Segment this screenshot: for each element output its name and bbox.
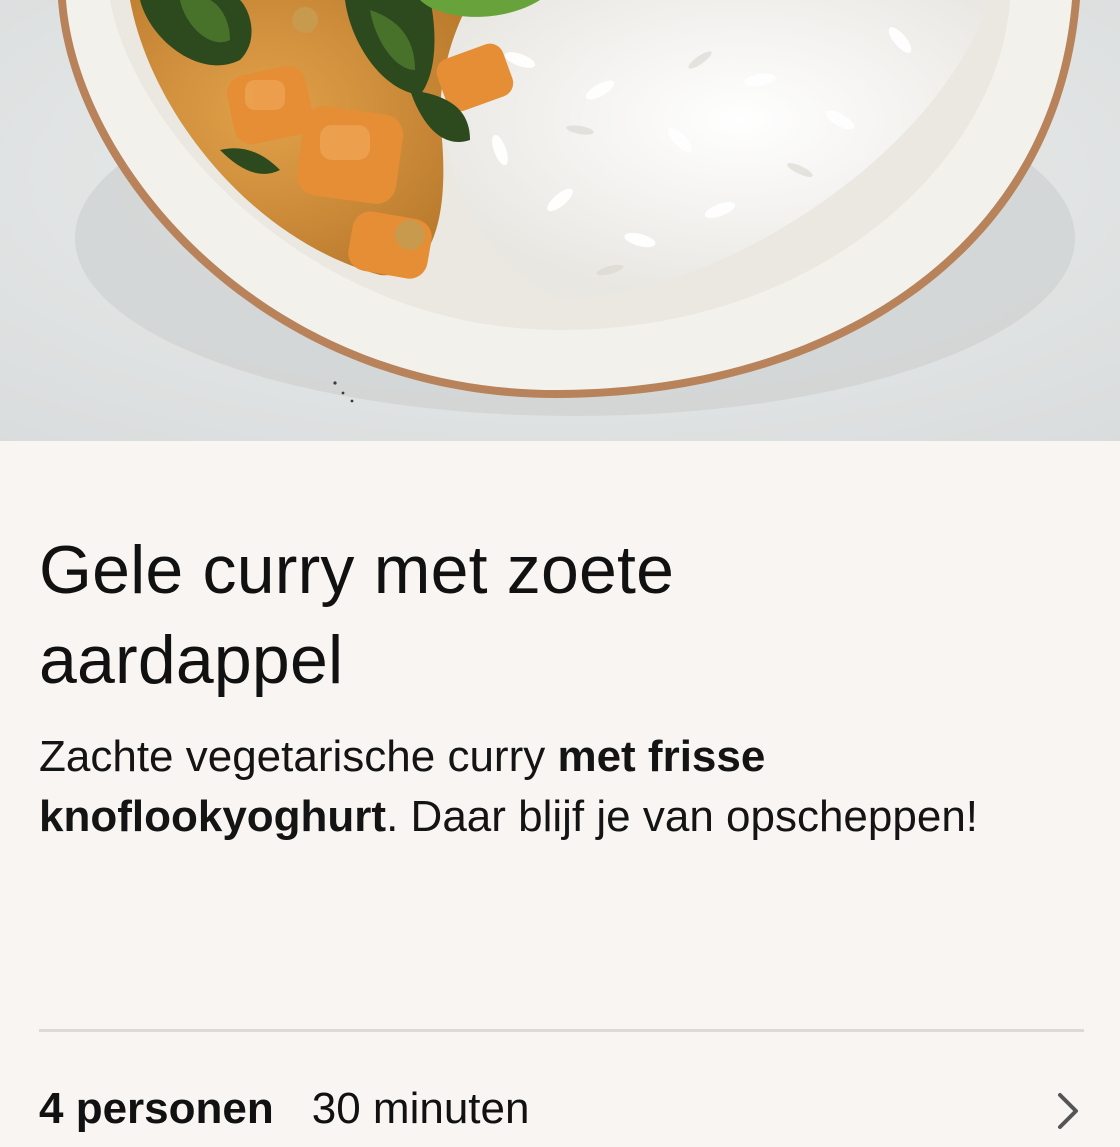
servings-label: 4 personen	[39, 1084, 274, 1133]
recipe-title: Gele curry met zoete aardappel	[39, 532, 675, 698]
recipe-subtitle: Zachte vegetarische curry met frisse kno…	[39, 727, 1099, 847]
subtitle-intro: Zachte vegetarische curry	[39, 732, 558, 781]
recipe-card: Gele curry met zoete aardappel Zachte ve…	[39, 441, 1084, 1133]
subtitle-outro: . Daar blijf je van opscheppen!	[386, 792, 979, 841]
chevron-right-icon[interactable]	[1050, 1087, 1084, 1129]
divider	[39, 1029, 1084, 1032]
cooking-time-label: 30 minuten	[311, 1084, 530, 1133]
recipe-hero-image	[0, 0, 1120, 441]
recipe-meta-row[interactable]: 4 personen 30 minuten	[39, 1079, 1084, 1139]
